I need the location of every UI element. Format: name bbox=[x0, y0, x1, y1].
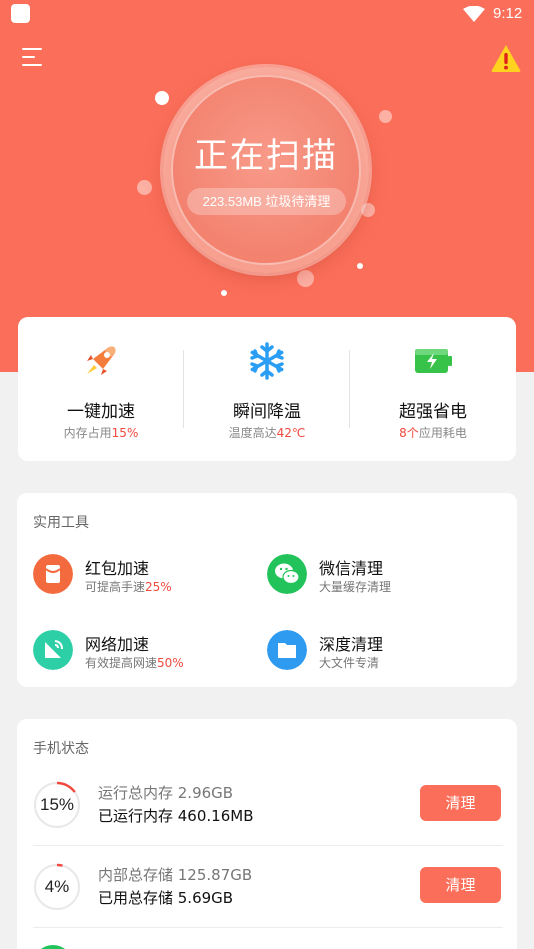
tool-deep-clean[interactable]: 深度清理 大文件专清 bbox=[267, 630, 487, 674]
phone-status-card: 手机状态 15% 运行总内存 2.96GB 已运行内存 460.16MB 清理 … bbox=[17, 719, 517, 949]
clean-memory-button[interactable]: 清理 bbox=[420, 785, 501, 821]
memory-total: 运行总内存 2.96GB bbox=[98, 784, 234, 802]
junk-size-badge: 223.53MB 垃圾待清理 bbox=[187, 188, 346, 215]
power-save-title: 超强省电 bbox=[399, 402, 467, 422]
battery-icon bbox=[415, 349, 452, 373]
clean-storage-button[interactable]: 清理 bbox=[420, 867, 501, 903]
clock: 9:12 bbox=[493, 5, 523, 22]
red-packet-icon bbox=[33, 554, 73, 594]
decor-bubble bbox=[361, 203, 375, 217]
divider bbox=[33, 927, 503, 928]
cooldown-button[interactable]: 瞬间降温 温度高达42℃ bbox=[184, 317, 350, 461]
status-bar: 9:12 bbox=[0, 0, 534, 30]
power-save-button[interactable]: 超强省电 8个应用耗电 bbox=[350, 317, 516, 461]
boost-title: 一键加速 bbox=[67, 402, 135, 422]
storage-percent: 4% bbox=[44, 877, 70, 896]
snowflake-icon bbox=[250, 342, 284, 380]
tool-desc: 大文件专清 bbox=[319, 656, 380, 670]
warning-triangle-icon[interactable] bbox=[490, 43, 522, 73]
scan-title: 正在扫描 bbox=[194, 136, 338, 176]
power-save-subtitle: 8个应用耗电 bbox=[399, 426, 467, 440]
tool-desc: 有效提高网速50% bbox=[85, 656, 184, 670]
tool-network-boost[interactable]: 网络加速 有效提高网速50% bbox=[33, 630, 253, 674]
tool-wechat-clean[interactable]: 微信清理 大量缓存清理 bbox=[267, 554, 487, 598]
decor-bubble bbox=[155, 91, 169, 105]
tool-red-packet[interactable]: 红包加速 可提高手速25% bbox=[33, 554, 253, 598]
tool-name: 深度清理 bbox=[319, 635, 384, 654]
memory-percent: 15% bbox=[39, 795, 75, 814]
tool-desc: 可提高手速25% bbox=[85, 580, 172, 594]
wifi-icon bbox=[463, 6, 485, 22]
tools-title: 实用工具 bbox=[33, 515, 89, 531]
memory-row: 15% 运行总内存 2.96GB 已运行内存 460.16MB 清理 bbox=[17, 767, 517, 849]
tool-desc: 大量缓存清理 bbox=[319, 580, 392, 594]
divider bbox=[33, 845, 503, 846]
quick-actions-card: 一键加速 内存占用15% 瞬间降温 温度高达42℃ 超强省电 8个应用耗电 bbox=[18, 317, 516, 461]
phone-status-title: 手机状态 bbox=[33, 741, 89, 757]
tool-name: 网络加速 bbox=[85, 635, 150, 654]
notification-icon bbox=[11, 4, 30, 23]
folder-icon bbox=[267, 630, 307, 670]
storage-used: 已用总存储 5.69GB bbox=[98, 889, 234, 907]
boost-subtitle: 内存占用15% bbox=[63, 426, 139, 440]
decor-bubble bbox=[297, 270, 314, 287]
decor-bubble bbox=[379, 110, 392, 123]
network-icon bbox=[33, 630, 73, 670]
decor-bubble bbox=[221, 290, 227, 296]
tools-card: 实用工具 红包加速 可提高手速25% 微信清理 大量缓存清理 网络加速 有效提高… bbox=[17, 493, 517, 687]
cooldown-title: 瞬间降温 bbox=[233, 402, 301, 422]
rocket-icon bbox=[87, 346, 116, 375]
decor-bubble bbox=[137, 180, 152, 195]
storage-row: 4% 内部总存储 125.87GB 已用总存储 5.69GB 清理 bbox=[17, 849, 517, 931]
storage-total: 内部总存储 125.87GB bbox=[98, 866, 253, 884]
hamburger-menu-icon[interactable] bbox=[22, 48, 44, 68]
decor-bubble bbox=[357, 263, 363, 269]
tool-name: 红包加速 bbox=[85, 559, 150, 578]
memory-used: 已运行内存 460.16MB bbox=[98, 807, 254, 825]
next-item-icon bbox=[33, 945, 73, 949]
boost-button[interactable]: 一键加速 内存占用15% bbox=[18, 317, 184, 461]
tool-name: 微信清理 bbox=[319, 559, 384, 578]
wechat-icon bbox=[267, 554, 307, 594]
cooldown-subtitle: 温度高达42℃ bbox=[228, 426, 306, 440]
